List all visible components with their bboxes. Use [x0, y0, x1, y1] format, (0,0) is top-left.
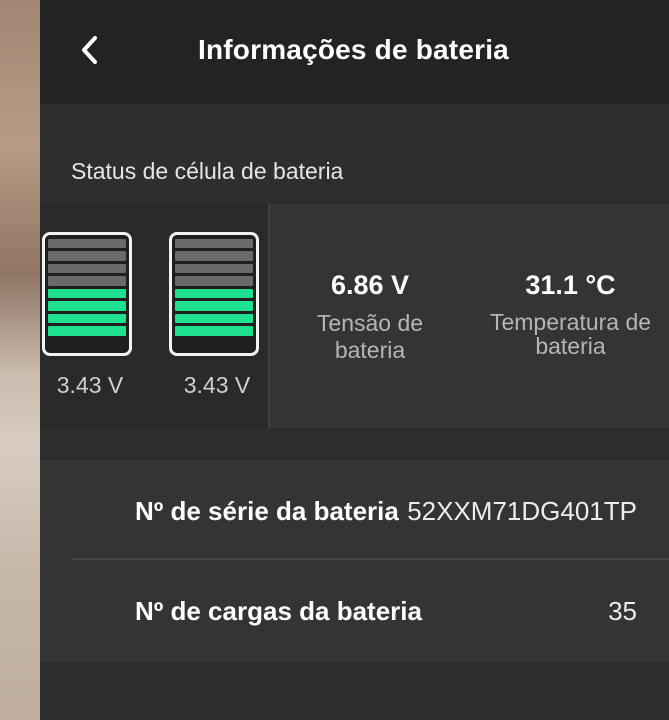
- background-photo-strip: [0, 0, 40, 720]
- battery-info-panel: Informações de bateria Status de célula …: [40, 0, 669, 720]
- cell-level-segment-empty: [175, 251, 253, 261]
- charge-count-label: Nº de cargas da bateria: [135, 596, 422, 626]
- cell-1-voltage: 3.43 V: [56, 372, 124, 398]
- chevron-left-icon: [79, 35, 101, 70]
- voltage-label-line1: Tensão de: [316, 310, 424, 336]
- serial-number-value: 52XXM71DG401TP: [407, 496, 637, 526]
- temperature-label-line2: bateria: [535, 333, 606, 359]
- cell-level-segment-empty: [175, 276, 253, 286]
- header-bar: Informações de bateria: [40, 0, 669, 104]
- cell-level-segment-filled: [48, 313, 126, 324]
- serial-number-row: Nº de série da bateria 52XXM71DG401TP: [40, 460, 669, 560]
- voltage-label-line2: bateria: [334, 337, 406, 363]
- cell-level-segment-empty: [48, 276, 126, 286]
- cell-level-segment-empty: [175, 263, 253, 274]
- charge-count-value: 35: [608, 596, 637, 626]
- serial-number-label: Nº de série da bateria: [135, 496, 399, 526]
- temperature-label: Temperatura de bateria: [468, 310, 669, 358]
- temperature-value: 31.1 °C: [525, 270, 616, 300]
- battery-cell-2: [169, 232, 259, 356]
- battery-cell-1: [42, 232, 132, 356]
- cell-level-segment-empty: [175, 239, 253, 249]
- voltage-label: Tensão de bateria: [270, 310, 470, 364]
- back-button[interactable]: [68, 30, 112, 74]
- temperature-label-line1: Temperatura de: [489, 309, 652, 335]
- cell-level-segment-filled: [48, 301, 126, 311]
- battery-cells: 3.43 V 3.43 V: [40, 204, 268, 428]
- battery-info-list: Nº de série da bateria 52XXM71DG401TP Nº…: [40, 460, 669, 662]
- cell-level-segment-empty: [48, 239, 126, 249]
- cell-level-segment-filled: [48, 326, 126, 336]
- voltage-value: 6.86 V: [330, 270, 410, 300]
- cell-level-segment-filled: [48, 288, 126, 299]
- cell-level-segment-empty: [48, 263, 126, 274]
- cell-status-heading: Status de célula de bateria: [71, 158, 344, 184]
- page-title: Informações de bateria: [198, 34, 509, 65]
- cell-level-segment-filled: [175, 313, 253, 324]
- cell-level-segment-filled: [175, 288, 253, 299]
- cell-level-segment-empty: [48, 251, 126, 261]
- cell-2-voltage: 3.43 V: [183, 372, 251, 398]
- cell-level-segment-filled: [175, 326, 253, 336]
- charge-count-row: Nº de cargas da bateria 35: [40, 560, 669, 660]
- cell-level-segment-filled: [175, 301, 253, 311]
- battery-stats: 6.86 V Tensão de bateria 31.1 °C Tempera…: [268, 204, 669, 428]
